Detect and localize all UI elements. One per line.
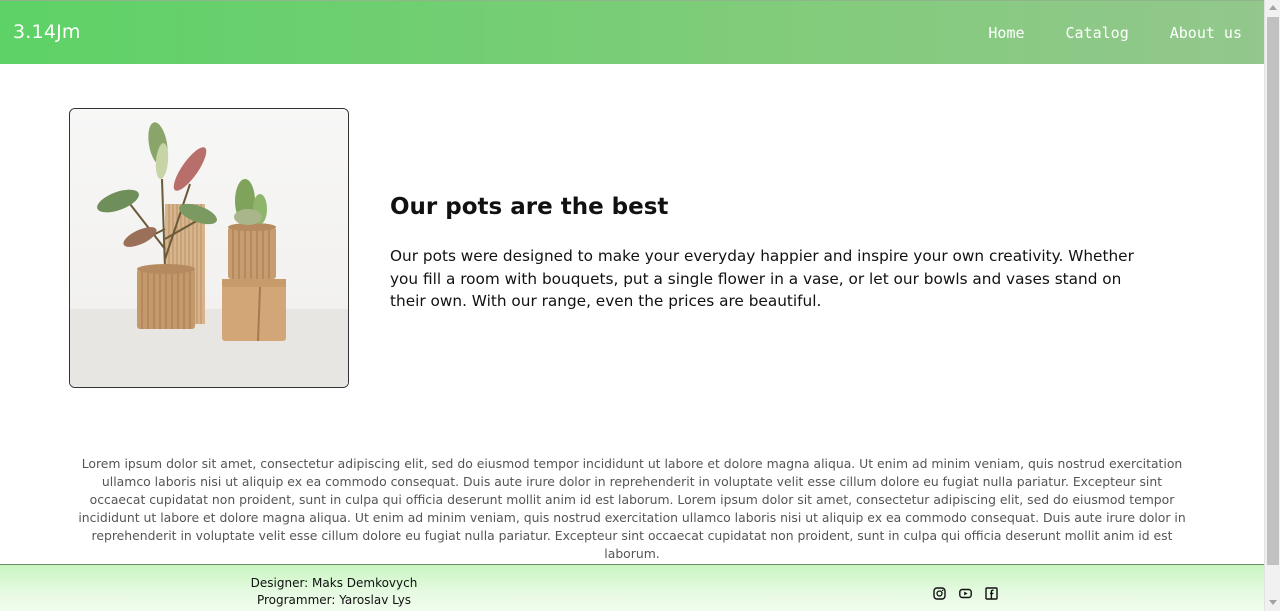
- site-footer: Designer: Maks Demkovych Programmer: Yar…: [0, 564, 1264, 611]
- programmer-credit: Programmer: Yaroslav Lys: [256, 593, 412, 607]
- site-header: 3.14Jm Home Catalog About us: [0, 0, 1264, 64]
- designer-credit: Designer: Maks Demkovych: [250, 576, 418, 590]
- vertical-scrollbar[interactable]: [1264, 0, 1280, 611]
- instagram-icon[interactable]: [933, 585, 946, 600]
- main-nav: Home Catalog About us: [947, 23, 1242, 43]
- nav-home[interactable]: Home: [988, 23, 1024, 43]
- social-links: [933, 585, 998, 600]
- credits: Designer: Maks Demkovych Programmer: Yar…: [234, 575, 434, 609]
- youtube-icon[interactable]: [959, 585, 972, 599]
- logo[interactable]: 3.14Jm: [13, 21, 81, 43]
- lorem-paragraph: Lorem ipsum dolor sit amet, consectetur …: [78, 456, 1186, 561]
- hero-plant-pots-image: [69, 108, 349, 388]
- hero-title: Our pots are the best: [390, 194, 669, 220]
- scroll-down-arrow-icon[interactable]: [1269, 600, 1277, 605]
- hero-description: Our pots were designed to make your ever…: [390, 247, 1134, 310]
- facebook-icon[interactable]: [985, 585, 998, 600]
- nav-catalog[interactable]: Catalog: [1066, 23, 1129, 43]
- nav-about-us[interactable]: About us: [1170, 23, 1242, 43]
- scroll-up-arrow-icon[interactable]: [1269, 5, 1277, 10]
- scroll-thumb[interactable]: [1267, 17, 1279, 565]
- page: 3.14Jm Home Catalog About us Our pots ar…: [0, 0, 1264, 611]
